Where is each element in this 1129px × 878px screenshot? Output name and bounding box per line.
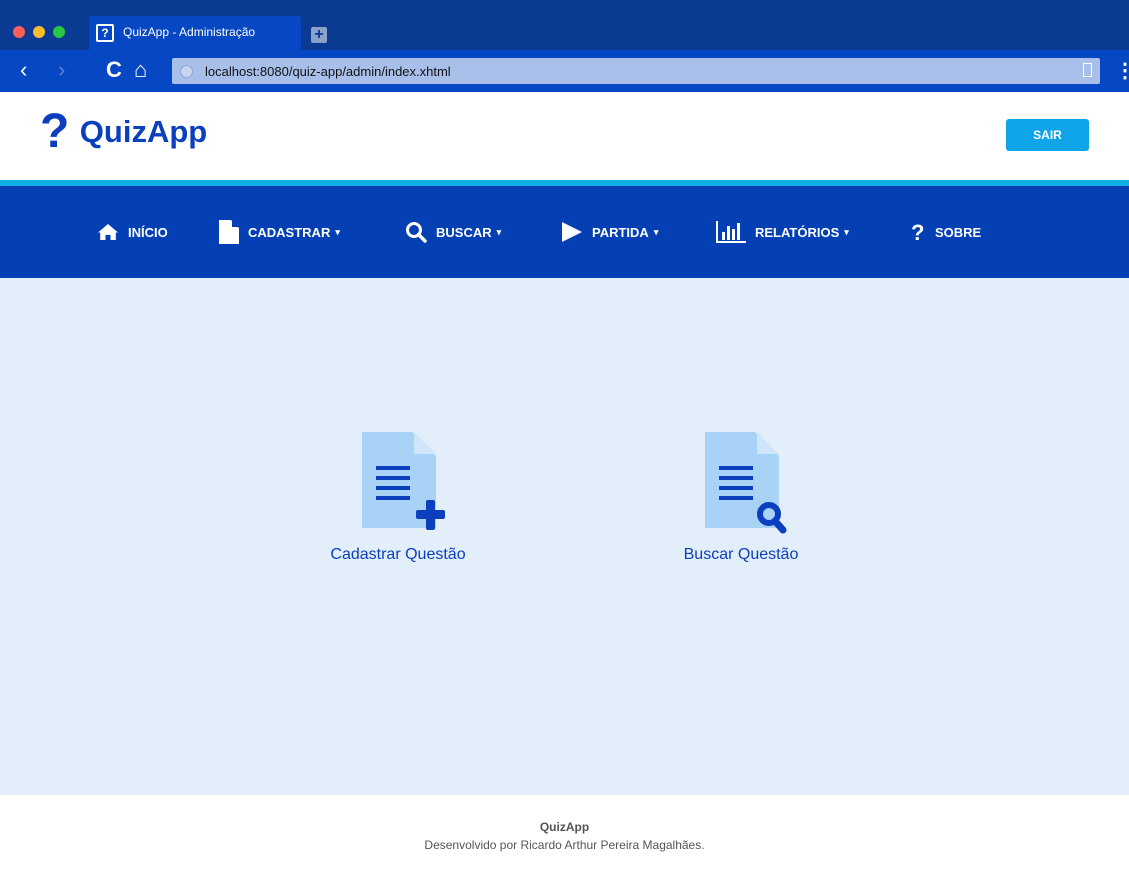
document-add-icon	[362, 432, 445, 530]
document-icon	[219, 220, 239, 244]
app-logo[interactable]: ? QuizApp	[40, 105, 207, 159]
chevron-down-icon: ▾	[496, 226, 502, 237]
minimize-window-button[interactable]	[33, 26, 45, 38]
footer-credit: Desenvolvido por Ricardo Arthur Pereira …	[424, 838, 705, 852]
chevron-down-icon: ▾	[653, 226, 659, 237]
chevron-down-icon: ▾	[844, 226, 849, 237]
nav-item-relatorios[interactable]: RELATÓRIOS ▾	[716, 186, 849, 278]
app-header: ? QuizApp SAIR	[0, 92, 1129, 180]
url-text[interactable]: localhost:8080/quiz-app/admin/index.xhtm…	[205, 64, 451, 79]
document-search-icon	[705, 432, 787, 534]
home-button[interactable]: ⌂	[134, 58, 147, 82]
cadastrar-questao-action[interactable]: Cadastrar Questão	[298, 428, 498, 568]
buscar-questao-action[interactable]: Buscar Questão	[641, 428, 841, 568]
home-icon	[98, 224, 118, 240]
main-nav: INÍCIO CADASTRAR ▾ BUSCAR ▾ PARTIDA ▾ RE…	[0, 186, 1129, 278]
nav-item-buscar[interactable]: BUSCAR ▾	[405, 186, 501, 278]
nav-item-inicio[interactable]: INÍCIO	[97, 186, 168, 278]
browser-tab[interactable]: ? QuizApp - Administração	[89, 16, 301, 50]
question-icon: ?	[911, 221, 924, 243]
globe-icon	[180, 65, 193, 78]
logo-question-icon: ?	[40, 105, 70, 158]
nav-item-sobre[interactable]: ? SOBRE	[910, 186, 981, 278]
forward-button[interactable]: ›	[58, 58, 65, 82]
bar-chart-icon	[716, 221, 746, 243]
question-favicon-icon: ?	[96, 24, 114, 42]
browser-menu-button[interactable]: ⋮	[1115, 59, 1129, 83]
nav-item-label: CADASTRAR	[248, 224, 331, 240]
nav-item-cadastrar[interactable]: CADASTRAR ▾	[219, 186, 340, 278]
nav-item-label: INÍCIO	[128, 224, 168, 240]
maximize-window-button[interactable]	[53, 26, 65, 38]
tab-title: QuizApp - Administração	[123, 25, 256, 39]
browser-toolbar: ‹ › C ⌂ localhost:8080/quiz-app/admin/in…	[0, 50, 1129, 92]
play-icon	[562, 222, 582, 242]
action-label: Cadastrar Questão	[330, 546, 466, 563]
nav-item-partida[interactable]: PARTIDA ▾	[561, 186, 658, 278]
logo-text: QuizApp	[79, 114, 208, 149]
new-tab-button[interactable]: +	[311, 27, 327, 43]
footer-title: QuizApp	[539, 820, 590, 834]
browser-titlebar: ? QuizApp - Administração +	[0, 0, 1129, 50]
nav-item-label: SOBRE	[935, 224, 982, 240]
search-icon	[406, 222, 427, 243]
nav-item-label: BUSCAR	[436, 224, 492, 240]
svg-text:?: ?	[911, 221, 924, 243]
reload-button[interactable]: C	[106, 58, 122, 82]
nav-item-label: PARTIDA	[592, 224, 649, 240]
address-bar[interactable]: localhost:8080/quiz-app/admin/index.xhtm…	[172, 58, 1100, 84]
chevron-down-icon: ▾	[335, 226, 340, 237]
nav-item-label: RELATÓRIOS	[755, 224, 840, 240]
main-content: Cadastrar Questão Buscar Questão	[0, 278, 1129, 795]
action-label: Buscar Questão	[683, 546, 799, 563]
footer: QuizApp Desenvolvido por Ricardo Arthur …	[0, 795, 1129, 878]
close-window-button[interactable]	[13, 26, 25, 38]
logout-button[interactable]: SAIR	[1006, 119, 1089, 151]
back-button[interactable]: ‹	[20, 58, 27, 82]
bookmark-icon[interactable]	[1083, 63, 1092, 77]
